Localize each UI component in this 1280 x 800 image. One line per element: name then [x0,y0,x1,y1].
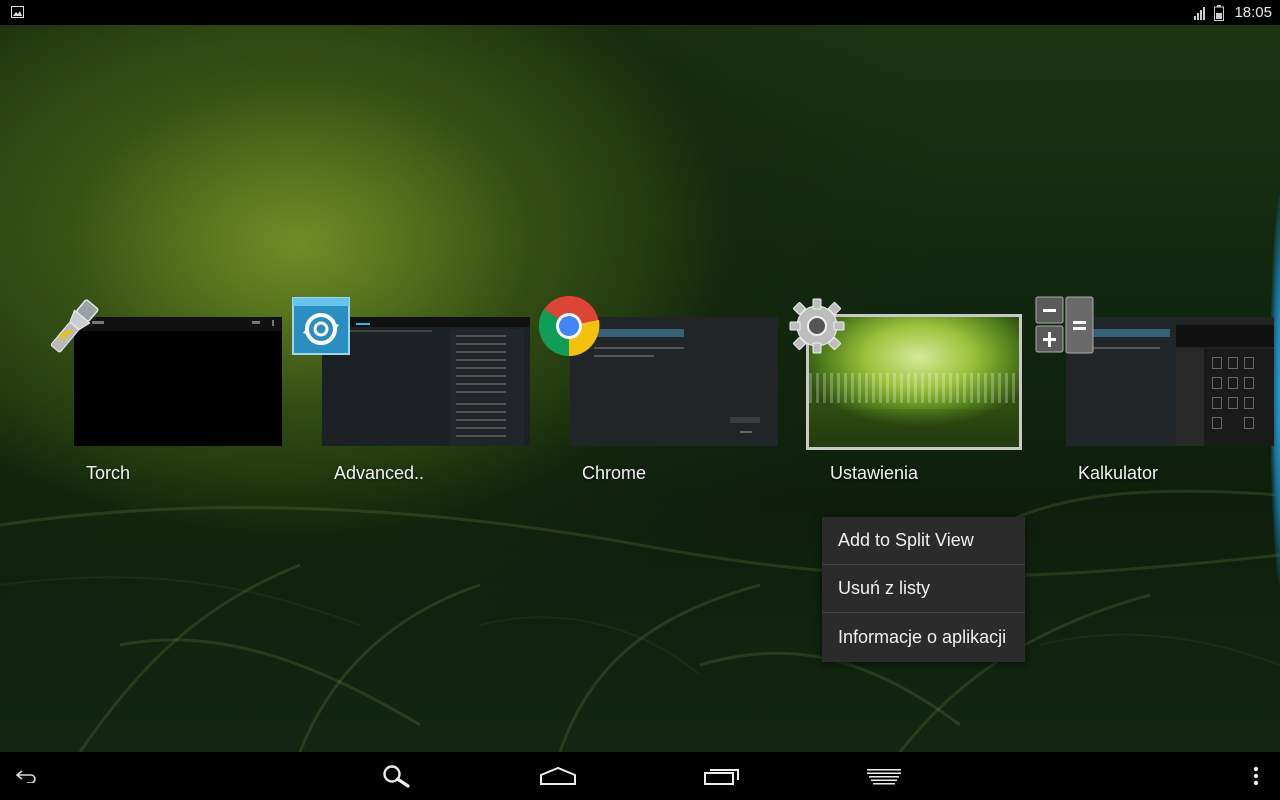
overflow-icon [1253,766,1259,786]
menu-app-info[interactable]: Informacje o aplikacji [822,613,1025,661]
battery-icon [1214,4,1225,21]
recent-apps-icon [704,769,739,785]
app-label: Advanced.. [334,463,425,483]
navigation-bar [0,752,1280,800]
settings-gear-icon [789,298,845,354]
app-label: Chrome [582,463,647,483]
app-thumbnail[interactable] [570,317,778,446]
flashlight-icon [50,299,99,353]
recent-app-ustawienia[interactable]: Ustawienia [786,295,1026,495]
chrome-icon [538,296,600,356]
status-bar: 18:05 [0,0,1280,25]
calculator-icon [1035,296,1094,354]
app-thumbnail[interactable] [74,317,282,446]
recent-apps-button[interactable] [696,752,748,800]
back-button[interactable] [6,752,46,800]
sync-gear-icon [292,297,350,355]
back-icon [15,770,36,783]
home-icon [540,766,576,785]
app-context-menu: Add to Split View Usuń z listy Informacj… [822,517,1025,662]
menu-lines-button[interactable] [858,752,910,800]
status-right: 18:05 [1194,3,1272,22]
app-label: Kalkulator [1078,463,1159,483]
menu-lines-icon [867,769,901,785]
menu-add-to-split-view[interactable]: Add to Split View [822,517,1025,565]
recent-app-torch[interactable]: Torch [42,295,282,495]
signal-icon [1194,6,1206,20]
menu-remove-from-list[interactable]: Usuń z listy [822,565,1025,613]
search-button[interactable] [370,752,422,800]
app-label: Ustawienia [830,463,919,483]
recent-app-kalkulator[interactable]: Kalkulator [1034,295,1274,495]
app-label: Torch [86,463,131,483]
app-thumbnail[interactable] [322,317,530,446]
recent-app-chrome[interactable]: Chrome [538,295,778,495]
overflow-menu-button[interactable] [1240,752,1272,800]
app-thumbnail[interactable] [1066,317,1274,446]
home-button[interactable] [532,752,584,800]
recent-app-advanced[interactable]: Advanced.. [290,295,530,495]
image-notification-icon [11,6,24,18]
search-icon [383,765,410,788]
clock: 18:05 [1234,4,1272,21]
